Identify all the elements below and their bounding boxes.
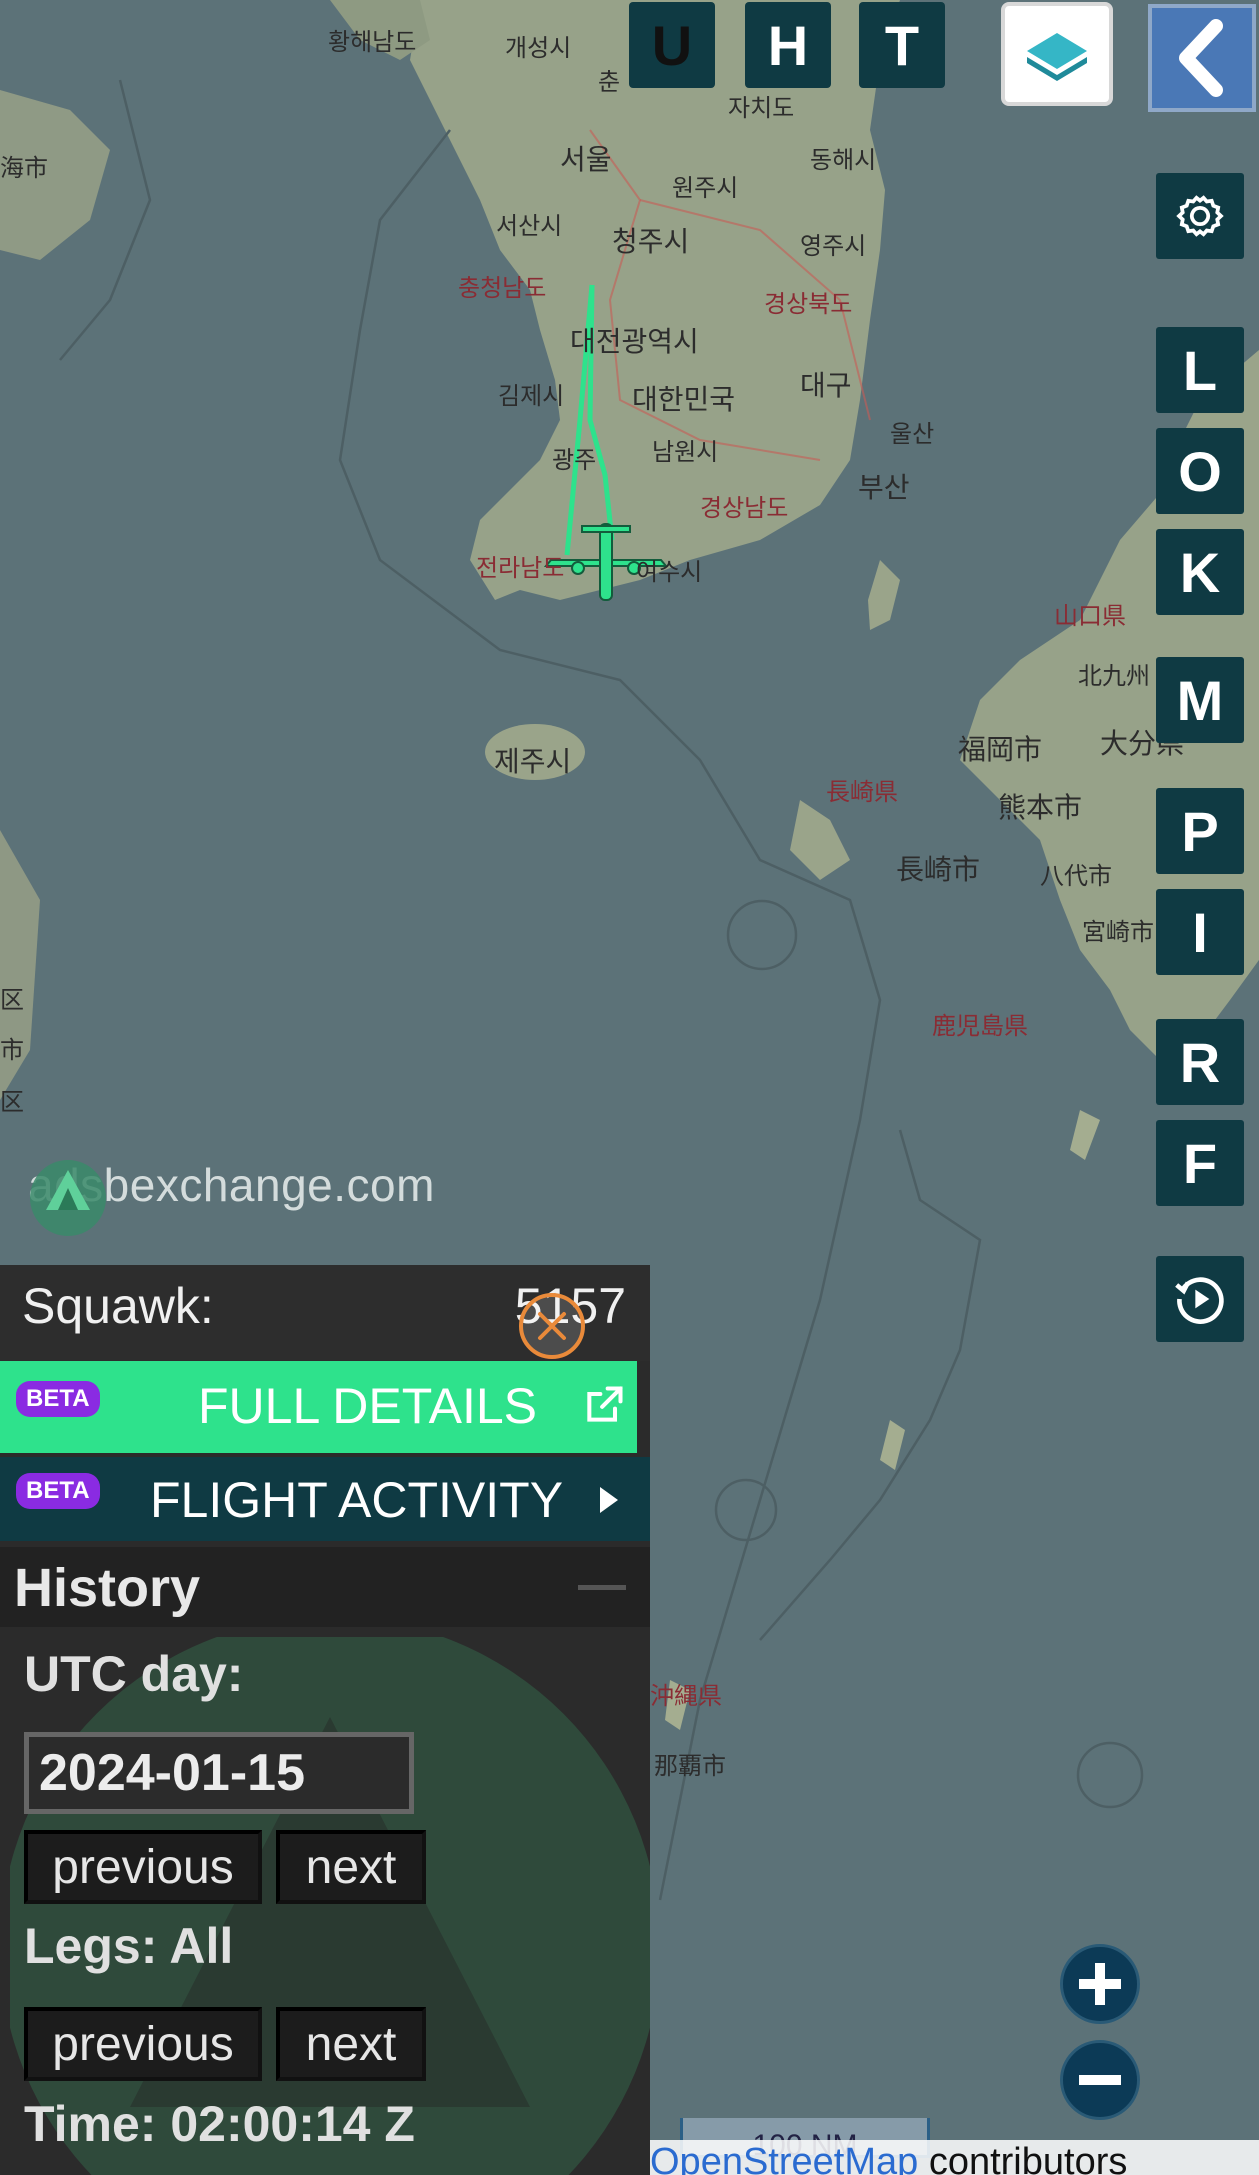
time-label: Time: 02:00:14 Z: [24, 2096, 415, 2152]
map-label: 청주시: [612, 225, 690, 258]
adsbexchange-logo-icon: [30, 1160, 106, 1236]
collapse-icon[interactable]: [578, 1585, 626, 1590]
map-label: 자치도: [728, 94, 795, 122]
map-label: 황해남도: [328, 28, 417, 56]
gear-icon: [1176, 195, 1224, 237]
next-leg-button[interactable]: next: [276, 2007, 426, 2081]
full-details-label: FULL DETAILS: [198, 1378, 537, 1434]
settings-button[interactable]: [1156, 173, 1244, 259]
map-label: 원주시: [672, 174, 739, 202]
map-label: 서산시: [496, 212, 563, 240]
squawk-row: Squawk: 5157: [0, 1265, 650, 1361]
previous-leg-button[interactable]: previous: [24, 2007, 262, 2081]
map-label: 경상북도: [764, 290, 853, 318]
map-label: 山口県: [1054, 602, 1126, 630]
map-label: 개성시: [505, 34, 572, 62]
map-label: 市: [0, 1036, 24, 1064]
map-label: 경상남도: [700, 494, 789, 522]
map-label: 八代市: [1040, 862, 1112, 890]
toggle-t-button[interactable]: T: [859, 2, 945, 88]
history-title: History: [14, 1558, 201, 1618]
map-label: 김제시: [498, 382, 565, 410]
toggle-o-button[interactable]: O: [1156, 428, 1244, 514]
map-label: 区: [0, 1088, 24, 1116]
map-label: 北九州: [1078, 662, 1150, 690]
map-label: 여수시: [636, 558, 703, 586]
map-attribution: OpenStreetMap contributors: [650, 2140, 1259, 2175]
toggle-h-button[interactable]: H: [745, 2, 831, 88]
map-label: 충청남도: [458, 274, 547, 302]
map-label: 울산: [890, 420, 935, 448]
layers-button[interactable]: [1001, 2, 1113, 106]
toggle-r-button[interactable]: R: [1156, 1019, 1244, 1105]
map-label: 남원시: [652, 438, 719, 466]
zoom-in-button[interactable]: [1060, 1944, 1140, 2024]
aircraft-info-panel: Squawk: 5157 BETA FULL DETAILS BETA FLIG…: [0, 1265, 650, 2175]
map-label: 제주시: [494, 745, 572, 778]
close-icon: [538, 1312, 566, 1340]
map-label: 대한민국: [632, 383, 736, 416]
full-details-button[interactable]: BETA FULL DETAILS: [0, 1361, 637, 1453]
map-label: 長崎県: [826, 778, 898, 806]
map-label: 那覇市: [654, 1752, 726, 1780]
replay-icon: [1175, 1277, 1224, 1324]
map-label: 대구: [800, 369, 852, 402]
toggle-m-button[interactable]: M: [1156, 657, 1244, 743]
toggle-l-button[interactable]: L: [1156, 327, 1244, 413]
toggle-k-button[interactable]: K: [1156, 529, 1244, 615]
legs-label: Legs: All: [24, 1918, 234, 1974]
external-link-icon: [587, 1386, 623, 1422]
flight-activity-label: FLIGHT ACTIVITY: [150, 1472, 564, 1528]
plus-icon: [1079, 1963, 1121, 2005]
toggle-f-button[interactable]: F: [1156, 1120, 1244, 1206]
previous-day-button[interactable]: previous: [24, 1830, 262, 1904]
replay-button[interactable]: [1156, 1256, 1244, 1342]
osm-link[interactable]: OpenStreetMap: [650, 2141, 918, 2175]
watermark: adsbexchange.com: [28, 1158, 435, 1236]
chevron-left-icon: [1179, 19, 1223, 97]
history-section: UTC day: 2024-01-15 previous next Legs: …: [0, 1627, 650, 2175]
history-header[interactable]: History: [0, 1547, 650, 1627]
map-label: 鹿児島県: [932, 1012, 1028, 1040]
map-label: 춘: [598, 68, 621, 96]
map-label: 영주시: [800, 232, 867, 260]
toggle-i-button[interactable]: I: [1156, 889, 1244, 975]
map-label: 福岡市: [958, 733, 1043, 766]
map-label: 대전광역시: [570, 325, 699, 358]
close-panel-button[interactable]: [519, 1293, 585, 1359]
layers-icon: [1027, 33, 1087, 81]
map-label: 区: [0, 986, 24, 1014]
minus-icon: [1079, 2075, 1121, 2085]
attribution-text: contributors: [918, 2141, 1128, 2175]
zoom-out-button[interactable]: [1060, 2040, 1140, 2120]
beta-badge: BETA: [16, 1473, 100, 1509]
map-label: 부산: [858, 471, 910, 504]
play-arrow-icon: [600, 1487, 618, 1513]
map-label: 전라남도: [476, 554, 565, 582]
map-label: 長崎市: [896, 853, 981, 886]
toggle-u-button[interactable]: U: [629, 2, 715, 88]
map-label: 서울: [560, 143, 612, 176]
beta-badge: BETA: [16, 1381, 100, 1417]
squawk-label: Squawk:: [22, 1278, 214, 1334]
map-label: 동해시: [810, 146, 877, 174]
toggle-p-button[interactable]: P: [1156, 788, 1244, 874]
flight-activity-button[interactable]: BETA FLIGHT ACTIVITY: [0, 1457, 650, 1541]
map-label: 熊本市: [998, 791, 1083, 824]
map-label: 海市: [0, 154, 48, 182]
map-label: 沖縄県: [650, 1682, 722, 1710]
next-day-button[interactable]: next: [276, 1830, 426, 1904]
map-label: 宮崎市: [1082, 918, 1154, 946]
utc-date-input[interactable]: 2024-01-15: [24, 1732, 414, 1814]
collapse-sidebar-button[interactable]: [1148, 4, 1256, 112]
utc-day-label: UTC day:: [24, 1646, 244, 1702]
map-label: 광주: [552, 446, 597, 474]
